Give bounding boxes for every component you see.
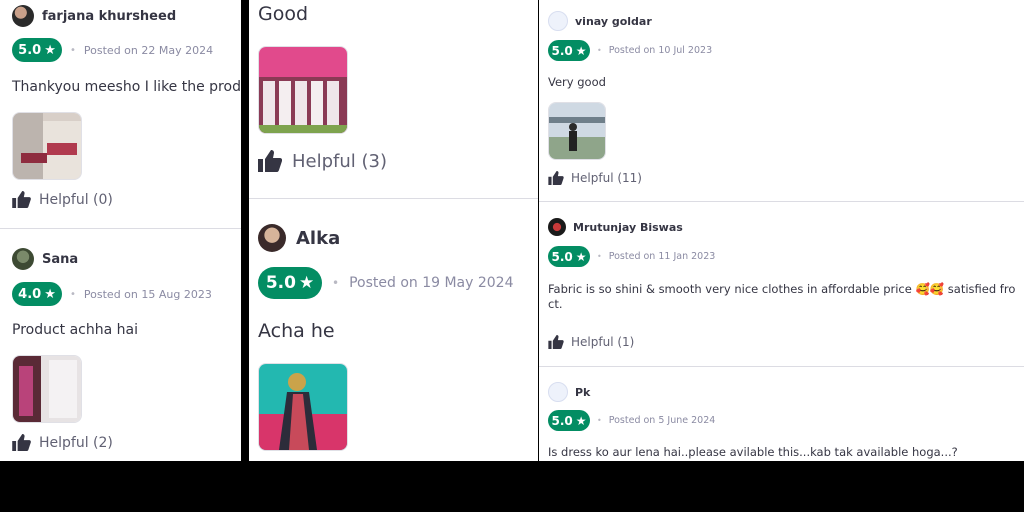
- review-header: Pk: [548, 382, 590, 402]
- user-avatar: [548, 218, 566, 236]
- reviewer-name: vinay goldar: [575, 14, 652, 28]
- rating-row: 5.0 ★ • Posted on 5 June 2024: [548, 410, 715, 431]
- review-text: Very good: [548, 75, 606, 89]
- reviewer-name: Pk: [575, 385, 591, 399]
- person-photo: [549, 103, 605, 159]
- rating-badge: 5.0 ★: [548, 410, 590, 431]
- thumbs-up-icon: [12, 434, 31, 451]
- review-text: Fabric is so shini & smooth very nice cl…: [548, 282, 1016, 296]
- posted-date: Posted on 10 Jul 2023: [608, 45, 713, 56]
- posted-date: Posted on 15 Aug 2023: [83, 287, 212, 301]
- review-header: Alka: [258, 224, 340, 252]
- user-placeholder-icon: [548, 382, 568, 402]
- review-text-continued: ct.: [548, 297, 563, 311]
- posted-date: Posted on 22 May 2024: [83, 43, 214, 57]
- saree-group-photo: [259, 47, 347, 133]
- review-panel-right: vinay goldar 5.0 ★ • Posted on 10 Jul 202…: [539, 0, 1024, 461]
- thumbs-up-icon: [258, 150, 282, 172]
- review-text: Thankyou meesho I like the product: [12, 79, 241, 95]
- review-divider: [539, 366, 1024, 367]
- saree-photo: [13, 356, 81, 422]
- helpful-label: Helpful (1): [571, 335, 635, 349]
- rating-row: 5.0 ★ • Posted on 11 Jan 2023: [548, 246, 715, 267]
- review-text: Good: [258, 3, 309, 25]
- user-placeholder-icon: [548, 11, 568, 31]
- separator-dot: •: [332, 276, 340, 290]
- star-icon: ★: [575, 43, 587, 58]
- helpful-button[interactable]: Helpful (3): [258, 150, 387, 172]
- star-icon: ★: [44, 286, 56, 302]
- review-divider: [249, 198, 538, 199]
- helpful-label: Helpful (11): [571, 171, 642, 185]
- review-text: Is dress ko aur lena hai..please avilabl…: [548, 445, 958, 459]
- review-image[interactable]: [12, 112, 82, 180]
- reviewer-name: farjana khursheed: [42, 8, 177, 24]
- rating-row: 5.0 ★ • Posted on 10 Jul 2023: [548, 40, 712, 61]
- helpful-label: Helpful (3): [292, 150, 388, 172]
- separator-dot: •: [70, 44, 76, 56]
- reviewer-name: Sana: [42, 251, 79, 267]
- helpful-label: Helpful (0): [39, 191, 113, 208]
- reviewer-name: Mrutunjay Biswas: [573, 220, 683, 234]
- posted-date: Posted on 11 Jan 2023: [608, 251, 716, 262]
- review-image[interactable]: [258, 363, 348, 451]
- rating-badge: 5.0 ★: [12, 38, 62, 62]
- user-avatar: [258, 224, 286, 252]
- review-panel-left: farjana khursheed 5.0 ★ • Posted on 22 Ma…: [0, 0, 241, 461]
- star-icon: ★: [575, 413, 587, 428]
- user-avatar: [12, 248, 34, 270]
- review-header: Mrutunjay Biswas: [548, 218, 683, 236]
- review-text: Product achha hai: [12, 322, 138, 338]
- separator-dot: •: [70, 288, 76, 300]
- thumbs-up-icon: [548, 335, 564, 349]
- star-icon: ★: [575, 249, 587, 264]
- rating-row: 5.0 ★ • Posted on 22 May 2024: [12, 38, 213, 62]
- saree-model-photo: [259, 364, 347, 450]
- posted-date: Posted on 19 May 2024: [349, 275, 514, 291]
- review-header: vinay goldar: [548, 11, 652, 31]
- rating-row: 4.0 ★ • Posted on 15 Aug 2023: [12, 282, 212, 306]
- review-header: Sana: [12, 248, 78, 270]
- thumbs-up-icon: [548, 171, 564, 185]
- review-image[interactable]: [258, 46, 348, 134]
- rating-badge: 5.0 ★: [258, 267, 322, 299]
- helpful-button[interactable]: Helpful (1): [548, 335, 634, 349]
- review-divider: [0, 228, 241, 229]
- saree-photo: [13, 113, 81, 179]
- rating-badge: 4.0 ★: [12, 282, 62, 306]
- review-image[interactable]: [12, 355, 82, 423]
- user-avatar: [12, 5, 34, 27]
- rating-badge: 5.0 ★: [548, 40, 590, 61]
- review-divider: [539, 201, 1024, 202]
- thumbs-up-icon: [12, 191, 31, 208]
- helpful-button[interactable]: Helpful (11): [548, 171, 642, 185]
- star-icon: ★: [298, 273, 315, 293]
- posted-date: Posted on 5 June 2024: [608, 415, 716, 426]
- rating-badge: 5.0 ★: [548, 246, 590, 267]
- review-image[interactable]: [548, 102, 606, 160]
- separator-dot: •: [597, 46, 602, 55]
- review-header: farjana khursheed: [12, 5, 176, 27]
- rating-row: 5.0 ★ • Posted on 19 May 2024: [258, 267, 514, 299]
- reviewer-name: Alka: [296, 227, 341, 249]
- helpful-label: Helpful (2): [39, 434, 113, 451]
- helpful-button[interactable]: Helpful (0): [12, 191, 113, 208]
- review-panel-middle: Good Helpful (3) Alka 5.0 ★ • Posted on 1…: [249, 0, 538, 461]
- star-icon: ★: [44, 42, 56, 58]
- separator-dot: •: [597, 416, 602, 425]
- review-text: Acha he: [258, 320, 335, 342]
- separator-dot: •: [597, 252, 602, 261]
- helpful-button[interactable]: Helpful (2): [12, 434, 113, 451]
